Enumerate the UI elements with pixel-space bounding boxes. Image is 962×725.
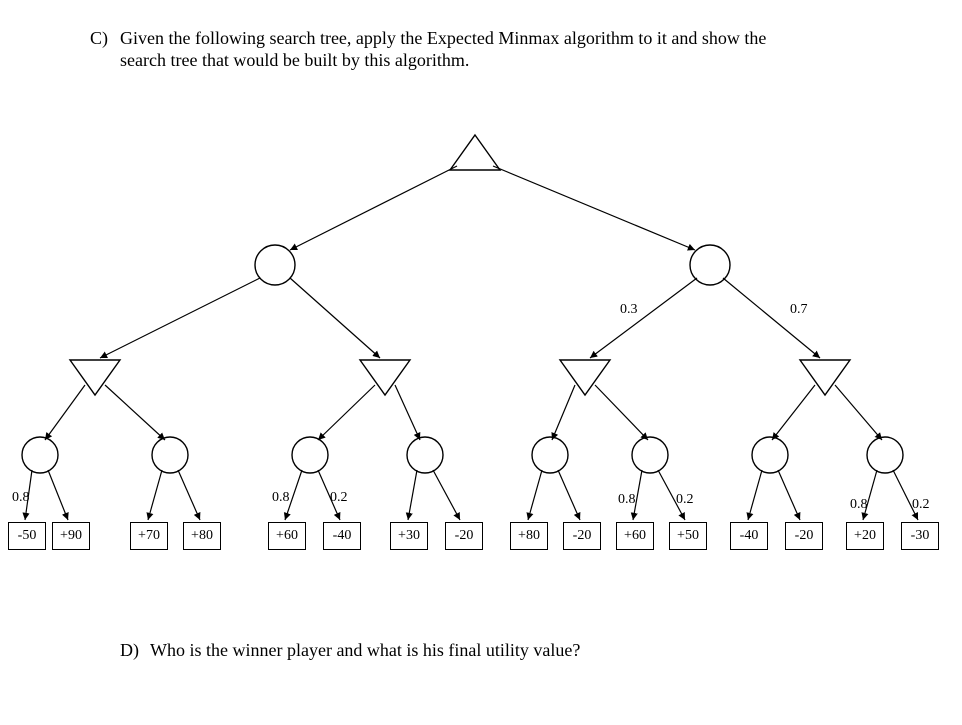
leaf-4: +80 <box>183 522 221 550</box>
leaf-1: -50 <box>8 522 46 550</box>
leaf-9: +80 <box>510 522 548 550</box>
leaf-5: +60 <box>268 522 306 550</box>
prob-l2-right-right: 0.7 <box>790 302 808 318</box>
prob-c8-left: 0.8 <box>850 497 868 513</box>
leaf-16: -30 <box>901 522 939 550</box>
tree-diagram <box>0 60 962 680</box>
leaf-6: -40 <box>323 522 361 550</box>
question-c-letter: C) <box>90 28 108 49</box>
leaf-14: -20 <box>785 522 823 550</box>
prob-c6-left: 0.8 <box>618 492 636 508</box>
leaf-15: +20 <box>846 522 884 550</box>
question-c-text-1: Given the following search tree, apply t… <box>120 28 766 49</box>
question-d-text: Who is the winner player and what is his… <box>150 640 580 661</box>
prob-c3-left: 0.8 <box>272 490 290 506</box>
leaf-10: -20 <box>563 522 601 550</box>
prob-c8-right: 0.2 <box>912 497 930 513</box>
leaf-3: +70 <box>130 522 168 550</box>
leaf-12: +50 <box>669 522 707 550</box>
leaf-11: +60 <box>616 522 654 550</box>
prob-c3-right: 0.2 <box>330 490 348 506</box>
question-d-letter: D) <box>120 640 139 661</box>
prob-c1-left: 0.8 <box>12 490 30 506</box>
prob-l2-right-left: 0.3 <box>620 302 638 318</box>
leaf-8: -20 <box>445 522 483 550</box>
leaf-7: +30 <box>390 522 428 550</box>
leaf-13: -40 <box>730 522 768 550</box>
prob-c6-right: 0.2 <box>676 492 694 508</box>
leaf-2: +90 <box>52 522 90 550</box>
